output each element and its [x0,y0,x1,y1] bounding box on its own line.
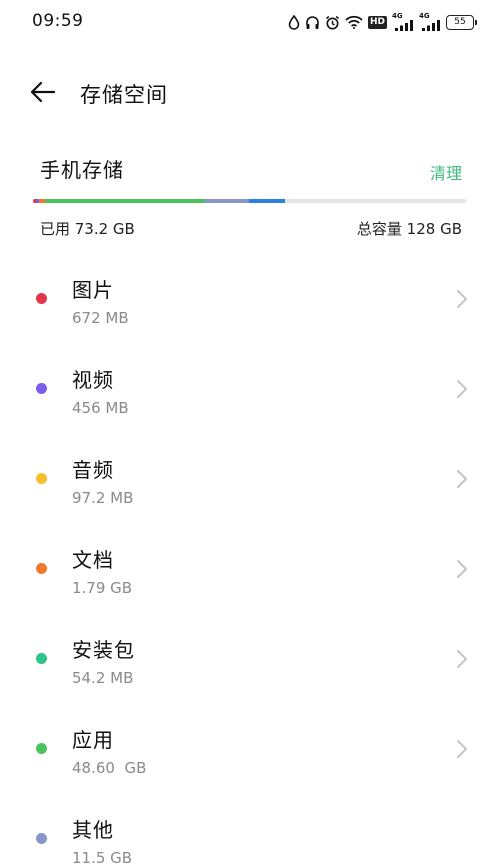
category-name: 图片 [72,278,114,302]
category-item-audio[interactable]: 音频 97.2 MB [0,432,500,522]
storage-usage-bar [33,199,466,203]
category-item-documents[interactable]: 文档 1.79 GB [0,522,500,612]
category-name: 视频 [72,368,114,392]
category-size: 11.5 GB [72,849,133,866]
clean-button[interactable]: 清理 [430,160,462,184]
category-size: 672 MB [72,309,129,327]
hd-voice-badge: HD [367,15,387,29]
category-size: 456 MB [72,399,129,417]
phone-storage-title: 手机存储 [40,158,124,182]
chevron-right-icon [456,739,468,763]
category-size: 54.2 MB [72,669,134,687]
category-name: 应用 [72,728,114,752]
category-name: 安装包 [72,638,135,662]
category-size: 97.2 MB [72,489,134,507]
used-storage-label: 已用 73.2 GB [40,220,135,238]
cellular-signal-2-icon: 4G [419,13,441,31]
back-button[interactable] [26,78,60,110]
category-item-videos[interactable]: 视频 456 MB [0,342,500,432]
alarm-clock-icon [325,15,340,30]
category-name: 其他 [72,818,114,842]
arrow-left-icon [30,81,56,107]
chevron-right-icon [456,469,468,493]
category-name: 文档 [72,548,114,572]
category-item-packages[interactable]: 安装包 54.2 MB [0,612,500,702]
category-dot [36,833,47,844]
wifi-icon [345,15,363,29]
status-icons: HD 4G 4G 55 [288,12,477,32]
category-dot [36,653,47,664]
network-type-label-2: 4G [419,12,430,20]
category-size: 1.79 GB [72,579,133,597]
network-type-label-1: 4G [392,12,403,20]
category-item-other[interactable]: 其他 11.5 GB [0,792,500,866]
chevron-right-icon [456,649,468,673]
category-item-apps[interactable]: 应用 48.60 GB [0,702,500,792]
chevron-right-icon [456,289,468,313]
category-item-images[interactable]: 图片 672 MB [0,252,500,342]
app-bar: 存储空间 [0,70,500,118]
headphones-icon [305,15,320,30]
battery-icon: 55 [446,14,477,30]
category-dot [36,743,47,754]
category-dot [36,473,47,484]
category-dot [36,293,47,304]
storage-bar-segment-apps [45,199,205,203]
category-name: 音频 [72,458,114,482]
chevron-right-icon [456,379,468,403]
category-size: 48.60 GB [72,759,147,777]
page-title: 存储空间 [80,83,168,107]
status-time: 09:59 [32,11,84,31]
storage-bar-segment-other [205,199,249,203]
category-dot [36,563,47,574]
status-bar: 09:59 HD 4G 4G 55 [0,0,500,44]
total-storage-label: 总容量 128 GB [356,220,462,238]
storage-bar-segment-system [249,199,285,203]
water-drop-icon [288,14,300,30]
category-dot [36,383,47,394]
cellular-signal-1-icon: 4G [392,13,414,31]
storage-category-list: 图片 672 MB 视频 456 MB 音频 97.2 MB 文档 1.79 G… [0,252,500,866]
chevron-right-icon [456,559,468,583]
